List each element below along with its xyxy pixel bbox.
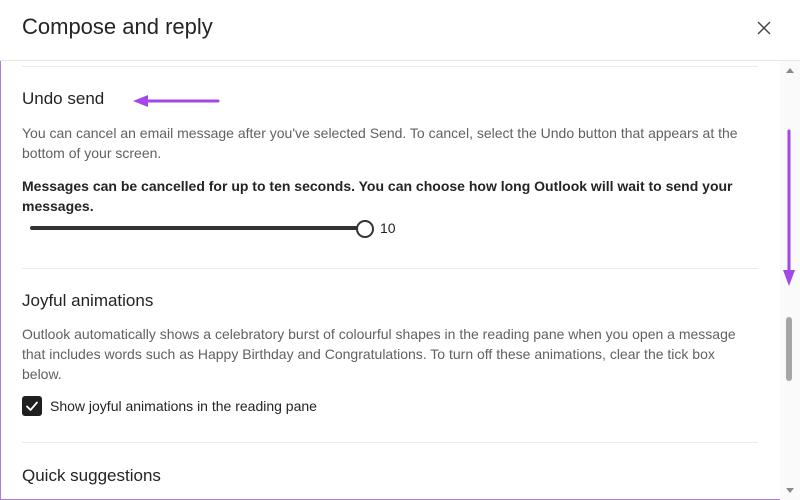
undo-send-instruction: Messages can be cancelled for up to ten … [22, 178, 733, 214]
close-icon [757, 21, 771, 35]
undo-send-description: You can cancel an email message after yo… [22, 125, 738, 161]
undo-send-slider-value: 10 [380, 220, 396, 236]
divider [22, 66, 758, 67]
scrollbar-thumb[interactable] [786, 317, 792, 381]
quick-suggestions-heading: Quick suggestions [22, 466, 161, 485]
undo-send-heading: Undo send [22, 89, 105, 108]
joyful-animations-checkbox[interactable] [22, 396, 42, 416]
dialog-title: Compose and reply [22, 14, 213, 39]
close-button[interactable] [752, 16, 776, 40]
checkmark-icon [26, 401, 38, 411]
divider [22, 268, 758, 269]
vertical-scrollbar[interactable] [780, 61, 800, 500]
scroll-up-icon[interactable] [784, 65, 796, 77]
joyful-animations-description: Outlook automatically shows a celebrator… [22, 326, 736, 382]
joyful-animations-checkbox-label[interactable]: Show joyful animations in the reading pa… [50, 398, 317, 414]
divider [22, 442, 758, 443]
joyful-animations-heading: Joyful animations [22, 291, 154, 310]
scroll-down-icon[interactable] [784, 484, 796, 496]
undo-send-slider-thumb[interactable] [356, 220, 374, 238]
undo-send-slider-track[interactable] [30, 226, 364, 230]
settings-content: Undo send You can cancel an email messag… [0, 61, 780, 500]
dialog-header: Compose and reply [0, 0, 800, 61]
